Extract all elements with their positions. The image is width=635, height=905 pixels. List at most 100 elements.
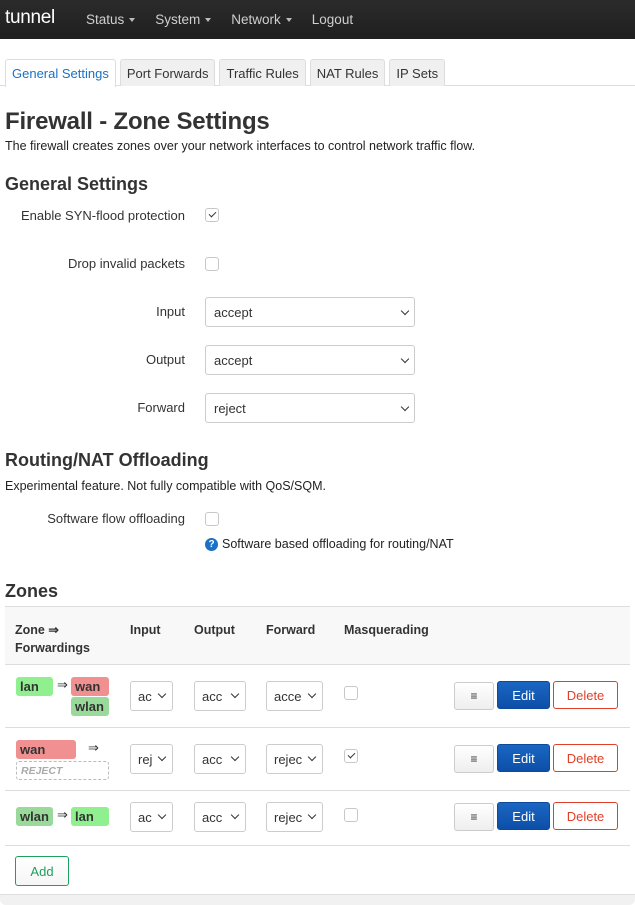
input-policy-value: accept [214, 304, 253, 320]
column-output: Output [194, 623, 235, 637]
forward-badge-lan: lan [71, 807, 109, 826]
menu-lines-icon: ≡ [470, 752, 478, 766]
zone-row-lan: lan ⇒ wan wlan ac acc acce ≡ Edit Delete [5, 665, 630, 728]
zone-forward-value: acce [274, 688, 302, 704]
drop-invalid-label: Drop invalid packets [67, 256, 185, 271]
zone-badge-lan: lan [16, 677, 53, 696]
nav-network-menu[interactable]: Network [231, 12, 292, 27]
forward-badge-wan: wan [71, 677, 109, 696]
software-flow-checkbox[interactable] [205, 512, 219, 526]
zone-forward-select[interactable]: acce [266, 681, 323, 711]
output-policy-label: Output [145, 352, 185, 367]
nav-system-label: System [155, 12, 201, 27]
zone-forward-value: rejec [274, 751, 303, 767]
column-forward: Forward [266, 623, 316, 637]
chevron-down-icon [157, 810, 167, 820]
nav-network-label: Network [231, 12, 281, 27]
zone-input-select[interactable]: ac [130, 802, 173, 832]
zone-output-value: acc [202, 809, 223, 825]
zone-masquerading-checkbox[interactable] [344, 686, 358, 700]
zone-input-value: ac [138, 809, 152, 825]
chevron-down-icon [230, 752, 240, 762]
caret-down-icon [205, 18, 212, 22]
zone-forward-select[interactable]: rejec [266, 744, 323, 774]
general-settings-heading: General Settings [5, 174, 149, 194]
software-flow-help: ? Software based offloading for routing/… [205, 537, 454, 551]
forward-badge-reject: REJECT [16, 761, 109, 780]
output-policy-select[interactable]: accept [205, 345, 415, 375]
nav-system-menu[interactable]: System [155, 12, 212, 27]
zone-output-select[interactable]: acc [194, 681, 246, 711]
zones-table-header: Zone ⇒ Forwardings Input Output Forward … [5, 606, 630, 665]
checkmark-icon [208, 209, 216, 218]
tab-general-settings[interactable]: General Settings [5, 59, 116, 87]
input-policy-label: Input [156, 304, 185, 319]
caret-down-icon [129, 18, 136, 22]
tab-port-forwards[interactable]: Port Forwards [119, 59, 216, 86]
add-zone-button[interactable]: Add [15, 856, 69, 886]
forward-arrow: ⇒ [57, 677, 68, 692]
syn-flood-checkbox[interactable] [205, 208, 219, 222]
chevron-down-icon [157, 752, 167, 762]
tab-traffic-rules[interactable]: Traffic Rules [219, 59, 306, 86]
zone-output-select[interactable]: acc [194, 744, 246, 774]
zone-input-value: rej [138, 751, 153, 767]
tab-nat-rules[interactable]: NAT Rules [309, 59, 386, 86]
column-zone-forwardings: Zone ⇒ Forwardings [15, 621, 90, 657]
nav-status-menu[interactable]: Status [85, 12, 136, 27]
zone-drag-handle-button[interactable]: ≡ [454, 803, 494, 831]
input-policy-select[interactable]: accept [205, 297, 415, 327]
brand-logo[interactable]: tunnel [5, 7, 55, 29]
page-title: Firewall - Zone Settings [5, 108, 270, 135]
chevron-down-icon [400, 402, 410, 412]
offloading-description: Experimental feature. Not fully compatib… [5, 479, 326, 493]
question-circle-icon: ? [205, 537, 218, 551]
zone-edit-button[interactable]: Edit [497, 802, 550, 830]
nav-status-label: Status [85, 12, 125, 27]
tab-ip-sets[interactable]: IP Sets [389, 59, 446, 86]
zone-forward-select[interactable]: rejec [266, 802, 323, 832]
column-zone-label: Zone ⇒ [15, 623, 59, 637]
zone-forward-value: rejec [274, 809, 303, 825]
zone-edit-button[interactable]: Edit [497, 744, 550, 772]
forward-arrow: ⇒ [88, 740, 99, 755]
output-policy-value: accept [214, 352, 253, 368]
zone-badge-wlan: wlan [16, 807, 53, 826]
chevron-down-icon [157, 689, 167, 699]
zone-badge-wan: wan [16, 740, 76, 759]
nav-logout-link[interactable]: Logout [312, 12, 353, 27]
forward-badge-wlan: wlan [71, 697, 109, 716]
zone-delete-button[interactable]: Delete [553, 802, 618, 830]
software-flow-label: Software flow offloading [47, 511, 185, 526]
menu-lines-icon: ≡ [470, 810, 478, 824]
column-masquerading: Masquerading [344, 623, 429, 637]
chevron-down-icon [307, 752, 317, 762]
zone-output-value: acc [202, 688, 223, 704]
zone-delete-button[interactable]: Delete [553, 744, 618, 772]
zone-masquerading-checkbox[interactable] [344, 808, 358, 822]
zone-edit-button[interactable]: Edit [497, 681, 550, 709]
zone-row-wlan: wlan ⇒ lan ac acc rejec ≡ Edit Delete [5, 791, 630, 846]
zone-masquerading-checkbox[interactable] [344, 749, 358, 763]
column-input: Input [130, 623, 161, 637]
chevron-down-icon [230, 689, 240, 699]
zone-input-select[interactable]: ac [130, 681, 173, 711]
zone-drag-handle-button[interactable]: ≡ [454, 682, 494, 710]
chevron-down-icon [230, 810, 240, 820]
forward-policy-select[interactable]: reject [205, 393, 415, 423]
zone-delete-button[interactable]: Delete [553, 681, 618, 709]
menu-lines-icon: ≡ [470, 689, 478, 703]
zone-input-select[interactable]: rej [130, 744, 173, 774]
chevron-down-icon [307, 810, 317, 820]
chevron-down-icon [400, 306, 410, 316]
caret-down-icon [285, 18, 292, 22]
checkmark-icon [347, 750, 355, 759]
chevron-down-icon [307, 689, 317, 699]
zone-drag-handle-button[interactable]: ≡ [454, 745, 494, 773]
forward-arrow: ⇒ [57, 807, 68, 822]
syn-flood-label: Enable SYN-flood protection [20, 208, 185, 223]
software-flow-help-text: Software based offloading for routing/NA… [222, 537, 454, 551]
zone-output-select[interactable]: acc [194, 802, 246, 832]
page-footer-bar [0, 894, 635, 905]
drop-invalid-checkbox[interactable] [205, 257, 219, 271]
